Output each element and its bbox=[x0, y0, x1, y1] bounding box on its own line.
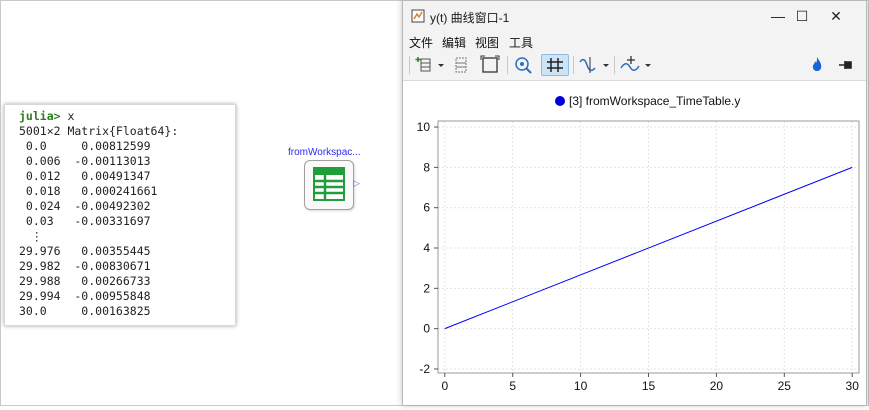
y-tick-label: 8 bbox=[423, 160, 430, 174]
repl-row: 0.006 -0.00113013 bbox=[19, 154, 151, 168]
close-button[interactable]: ✕ bbox=[821, 6, 851, 26]
from-workspace-block[interactable] bbox=[304, 160, 354, 210]
repl-row: 30.0 0.00163825 bbox=[19, 304, 151, 318]
menu-edit[interactable]: 编辑 bbox=[442, 34, 466, 51]
insert-plot-icon[interactable] bbox=[415, 54, 435, 76]
toolbar-separator bbox=[409, 56, 410, 74]
dropdown-icon[interactable] bbox=[436, 54, 446, 76]
menu-tools[interactable]: 工具 bbox=[509, 34, 533, 51]
layout-icon[interactable] bbox=[451, 54, 471, 76]
fit-frame-icon[interactable] bbox=[479, 54, 501, 76]
x-tick-label: 20 bbox=[710, 379, 724, 393]
title-bar[interactable]: y(t) 曲线窗口-1 — ☐ ✕ bbox=[403, 1, 866, 31]
repl-row: 0.018 0.000241661 bbox=[19, 184, 158, 198]
repl-command: x bbox=[67, 109, 75, 123]
toolbar-separator bbox=[573, 56, 574, 74]
repl-ellipsis: ⋮ bbox=[31, 229, 43, 243]
dropdown-icon[interactable] bbox=[601, 54, 611, 76]
toolbar bbox=[403, 51, 866, 81]
repl-row: 29.988 0.00266733 bbox=[19, 274, 151, 288]
repl-row: 0.0 0.00812599 bbox=[19, 139, 151, 153]
flame-icon[interactable] bbox=[808, 54, 826, 76]
repl-row: 0.012 0.00491347 bbox=[19, 169, 151, 183]
grid-toggle-icon bbox=[547, 58, 563, 72]
repl-row: 0.03 -0.00331697 bbox=[19, 214, 151, 228]
legend-label: [3] fromWorkspace_TimeTable.y bbox=[569, 94, 740, 108]
toolbar-separator bbox=[507, 56, 508, 74]
pin-icon[interactable] bbox=[835, 54, 857, 76]
repl-prompt: julia> bbox=[19, 109, 61, 123]
maximize-button[interactable]: ☐ bbox=[787, 6, 817, 26]
y-tick-label: -2 bbox=[419, 362, 430, 376]
repl-row: 29.982 -0.00830671 bbox=[19, 259, 151, 273]
x-tick-label: 15 bbox=[642, 379, 656, 393]
julia-repl-output: julia> x 5001×2 Matrix{Float64}: 0.0 0.0… bbox=[4, 104, 236, 326]
repl-row: 29.976 0.00355445 bbox=[19, 244, 151, 258]
repl-row: 29.994 -0.00955848 bbox=[19, 289, 151, 303]
window-title: y(t) 曲线窗口-1 bbox=[430, 11, 510, 25]
y-tick-label: 10 bbox=[417, 120, 431, 134]
output-port-icon[interactable]: ▷ bbox=[353, 178, 360, 189]
line-chart[interactable]: [3] fromWorkspace_TimeTable.y 0 5 10 15 20 25… bbox=[403, 81, 866, 405]
legend-marker bbox=[555, 96, 565, 106]
app-icon bbox=[411, 9, 425, 23]
toolbar-separator bbox=[614, 56, 615, 74]
plot-area: [3] fromWorkspace_TimeTable.y 0 5 10 15 20 25… bbox=[403, 81, 866, 405]
y-tick-label: 0 bbox=[423, 322, 430, 336]
table-icon bbox=[313, 167, 345, 201]
add-curve-icon[interactable] bbox=[618, 54, 642, 76]
x-tick-label: 30 bbox=[846, 379, 860, 393]
zoom-icon[interactable] bbox=[512, 54, 534, 76]
grid-toggle-button[interactable] bbox=[541, 54, 569, 76]
x-tick-label: 10 bbox=[574, 379, 588, 393]
x-tick-label: 25 bbox=[778, 379, 792, 393]
y-tick-label: 2 bbox=[423, 281, 430, 295]
menu-file[interactable]: 文件 bbox=[409, 34, 433, 51]
menu-view[interactable]: 视图 bbox=[475, 34, 499, 51]
dropdown-icon[interactable] bbox=[643, 54, 653, 76]
repl-type-line: 5001×2 Matrix{Float64}: bbox=[19, 124, 179, 138]
y-tick-label: 4 bbox=[423, 241, 430, 255]
curve-style-icon[interactable] bbox=[577, 54, 601, 76]
repl-row: 0.024 -0.00492302 bbox=[19, 199, 151, 213]
block-label[interactable]: fromWorkspac... bbox=[288, 147, 361, 158]
repl-command-line: julia> x bbox=[19, 109, 235, 124]
legend[interactable]: [3] fromWorkspace_TimeTable.y bbox=[555, 94, 740, 108]
y-tick-label: 6 bbox=[423, 201, 430, 215]
x-tick-label: 5 bbox=[509, 379, 516, 393]
plot-window: y(t) 曲线窗口-1 — ☐ ✕ 文件 编辑 视图 工具 [3] fromWo… bbox=[402, 0, 867, 405]
menu-bar: 文件 编辑 视图 工具 bbox=[403, 31, 866, 51]
x-tick-label: 0 bbox=[441, 379, 448, 393]
